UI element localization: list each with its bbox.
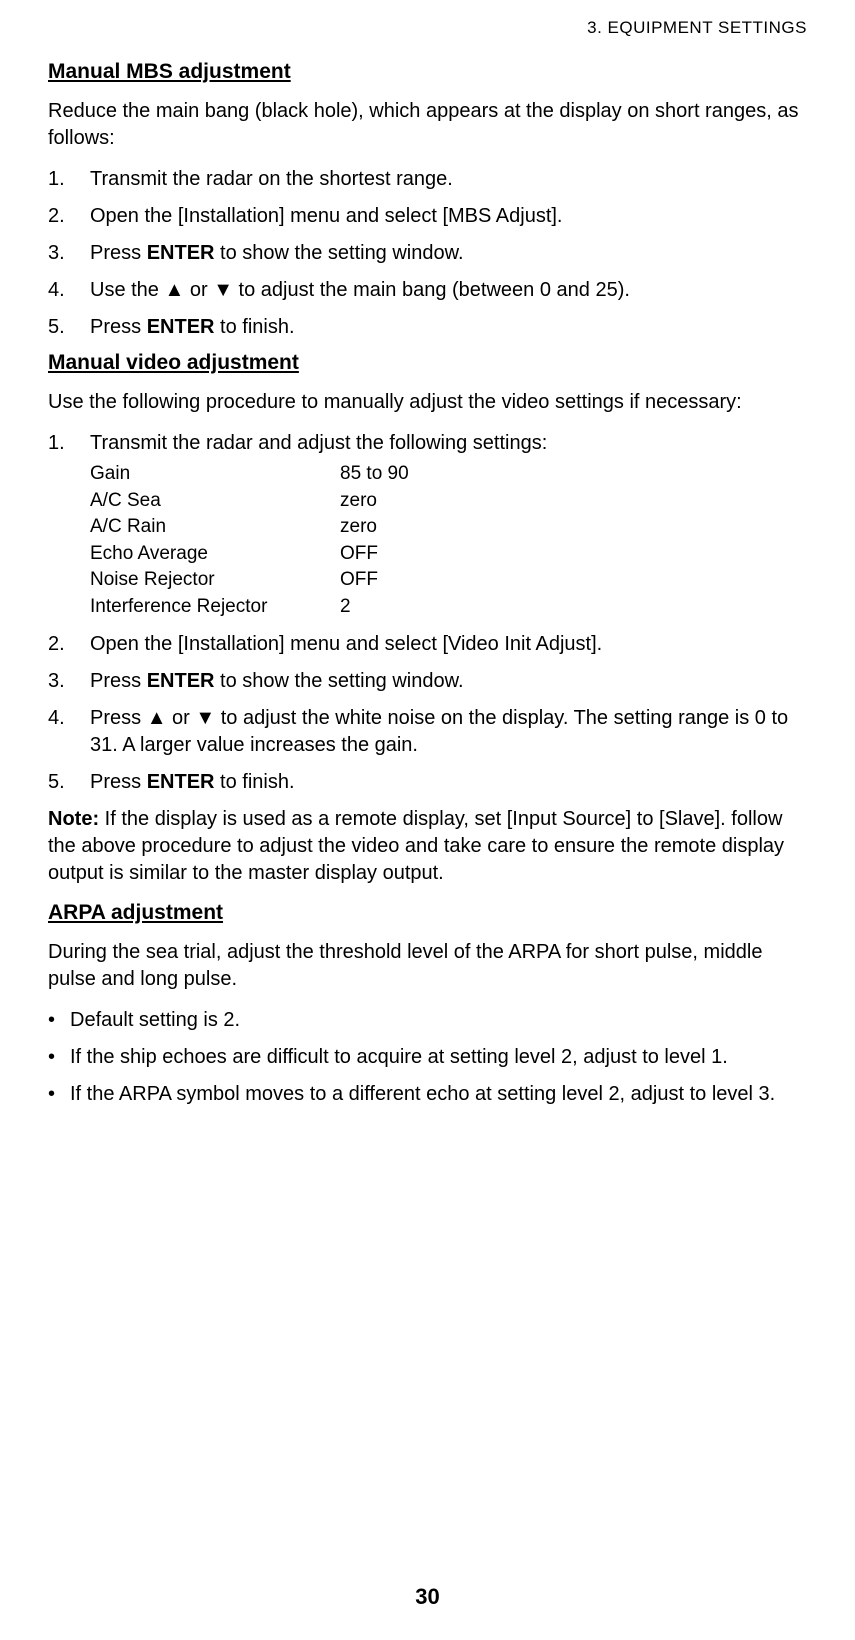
up-arrow-icon: ▲ <box>147 707 167 729</box>
table-row: Noise Rejector OFF <box>90 567 807 594</box>
settings-table: Gain 85 to 90 A/C Sea zero A/C Rain zero… <box>90 461 807 621</box>
list-item: 5. Press ENTER to finish. <box>48 769 807 796</box>
step-text: Transmit the radar on the shortest range… <box>90 168 453 190</box>
arpa-intro: During the sea trial, adjust the thresho… <box>48 939 807 993</box>
table-row: Interference Rejector 2 <box>90 594 807 621</box>
table-row: A/C Rain zero <box>90 514 807 541</box>
table-row: A/C Sea zero <box>90 488 807 515</box>
enter-key: ENTER <box>147 771 215 793</box>
list-item: 1. Transmit the radar on the shortest ra… <box>48 166 807 193</box>
list-item: Default setting is 2. <box>48 1007 807 1034</box>
enter-key: ENTER <box>147 242 215 264</box>
up-arrow-icon: ▲ <box>164 279 184 301</box>
section-title-mbs: Manual MBS adjustment <box>48 60 807 84</box>
down-arrow-icon: ▼ <box>195 707 215 729</box>
step-number: 1. <box>48 166 76 193</box>
arpa-bullets: Default setting is 2. If the ship echoes… <box>48 1007 807 1108</box>
table-row: Gain 85 to 90 <box>90 461 807 488</box>
step-text: Press ENTER to finish. <box>90 771 295 793</box>
list-item: 3. Press ENTER to show the setting windo… <box>48 240 807 267</box>
step-number: 1. <box>48 430 76 457</box>
setting-value: 85 to 90 <box>340 461 409 488</box>
step-number: 4. <box>48 705 76 732</box>
setting-label: Echo Average <box>90 541 340 568</box>
step-text: Press ENTER to show the setting window. <box>90 670 464 692</box>
page-header: 3. EQUIPMENT SETTINGS <box>48 18 807 38</box>
video-intro: Use the following procedure to manually … <box>48 389 807 416</box>
step-number: 5. <box>48 314 76 341</box>
list-item: 2. Open the [Installation] menu and sele… <box>48 631 807 658</box>
down-arrow-icon: ▼ <box>213 279 233 301</box>
step-number: 5. <box>48 769 76 796</box>
step-text: Press ▲ or ▼ to adjust the white noise o… <box>90 707 788 756</box>
list-item: 5. Press ENTER to finish. <box>48 314 807 341</box>
list-item: 4. Press ▲ or ▼ to adjust the white nois… <box>48 705 807 759</box>
mbs-steps: 1. Transmit the radar on the shortest ra… <box>48 166 807 341</box>
section-title-video: Manual video adjustment <box>48 351 807 375</box>
mbs-intro: Reduce the main bang (black hole), which… <box>48 98 807 152</box>
step-text: Use the ▲ or ▼ to adjust the main bang (… <box>90 279 630 301</box>
setting-label: A/C Rain <box>90 514 340 541</box>
document-page: 3. EQUIPMENT SETTINGS Manual MBS adjustm… <box>0 0 855 1640</box>
list-item: If the ARPA symbol moves to a different … <box>48 1081 807 1108</box>
step-number: 2. <box>48 203 76 230</box>
setting-value: 2 <box>340 594 351 621</box>
step-text: Open the [Installation] menu and select … <box>90 205 563 227</box>
setting-label: Noise Rejector <box>90 567 340 594</box>
step-number: 4. <box>48 277 76 304</box>
step-number: 2. <box>48 631 76 658</box>
setting-value: zero <box>340 488 377 515</box>
list-item: 2. Open the [Installation] menu and sele… <box>48 203 807 230</box>
table-row: Echo Average OFF <box>90 541 807 568</box>
setting-label: A/C Sea <box>90 488 340 515</box>
page-number: 30 <box>0 1584 855 1610</box>
note-label: Note: <box>48 808 99 830</box>
section-title-arpa: ARPA adjustment <box>48 901 807 925</box>
list-item: 4. Use the ▲ or ▼ to adjust the main ban… <box>48 277 807 304</box>
setting-label: Gain <box>90 461 340 488</box>
step-number: 3. <box>48 240 76 267</box>
step-text: Transmit the radar and adjust the follow… <box>90 432 547 454</box>
enter-key: ENTER <box>147 316 215 338</box>
step-text: Open the [Installation] menu and select … <box>90 633 602 655</box>
video-steps: 1. Transmit the radar and adjust the fol… <box>48 430 807 796</box>
step-text: Press ENTER to show the setting window. <box>90 242 464 264</box>
enter-key: ENTER <box>147 670 215 692</box>
setting-label: Interference Rejector <box>90 594 340 621</box>
video-note: Note: If the display is used as a remote… <box>48 806 807 887</box>
setting-value: OFF <box>340 567 378 594</box>
setting-value: OFF <box>340 541 378 568</box>
step-text: Press ENTER to finish. <box>90 316 295 338</box>
setting-value: zero <box>340 514 377 541</box>
step-number: 3. <box>48 668 76 695</box>
list-item: 1. Transmit the radar and adjust the fol… <box>48 430 807 621</box>
list-item: 3. Press ENTER to show the setting windo… <box>48 668 807 695</box>
list-item: If the ship echoes are difficult to acqu… <box>48 1044 807 1071</box>
